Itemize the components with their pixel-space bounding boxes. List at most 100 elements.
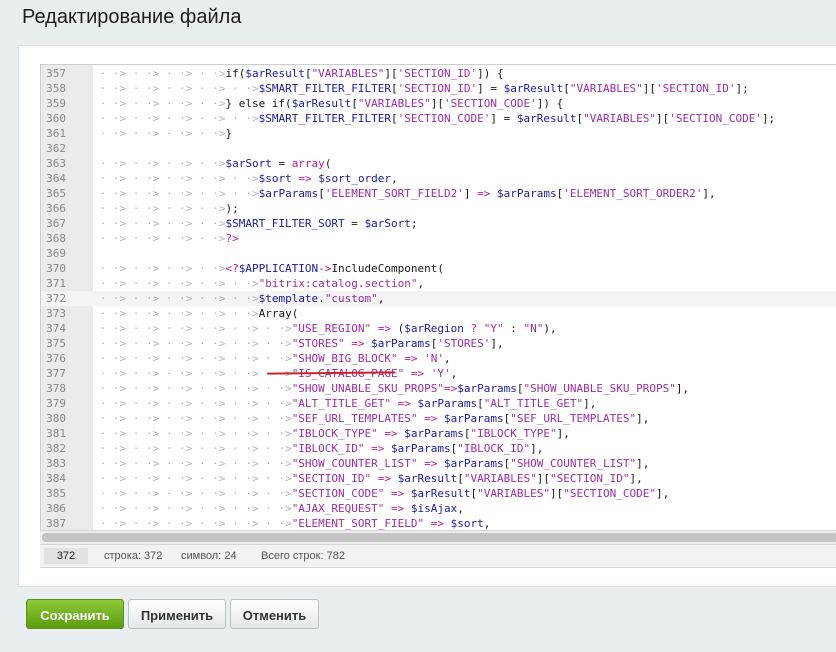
code-token: $template bbox=[258, 292, 319, 305]
code-line[interactable]: 385 · ·> · ·> · ·> · ·> · ·> · ·>"SECTIO… bbox=[41, 486, 836, 501]
line-number: 368 bbox=[46, 232, 66, 245]
code-line[interactable]: 384 · ·> · ·> · ·> · ·> · ·> · ·>"SECTIO… bbox=[41, 471, 836, 486]
code-token: => bbox=[377, 472, 392, 485]
code-token: $arSort bbox=[364, 217, 411, 230]
code-line[interactable]: 381 · ·> · ·> · ·> · ·> · ·> · ·>"IBLOCK… bbox=[41, 426, 836, 441]
code-token: ( bbox=[391, 322, 405, 335]
line-number: 358 bbox=[46, 82, 66, 95]
code-line[interactable]: 364 · ·> · ·> · ·> · ·> · ·>$sort => $so… bbox=[41, 171, 836, 186]
code-text: · ·> · ·> · ·> · ·>} else if($arResult["… bbox=[93, 96, 564, 111]
code-text: · ·> · ·> · ·> · ·>} bbox=[93, 126, 232, 141]
code-line[interactable]: 361 · ·> · ·> · ·> · ·>} bbox=[41, 126, 836, 141]
code-token: ][ bbox=[536, 472, 551, 485]
code-editor[interactable]: 357 · ·> · ·> · ·> · ·>if($arResult["VAR… bbox=[40, 64, 836, 532]
code-token: [ bbox=[563, 82, 570, 95]
scrollbar-thumb[interactable] bbox=[42, 533, 836, 542]
code-lines[interactable]: 357 · ·> · ·> · ·> · ·>if($arResult["VAR… bbox=[41, 66, 836, 531]
horizontal-scrollbar[interactable] bbox=[40, 530, 836, 545]
code-text: · ·> · ·> · ·> · ·>if($arResult["VARIABL… bbox=[93, 66, 504, 81]
code-token: 'N' bbox=[424, 352, 445, 365]
page-title: Редактирование файла bbox=[22, 6, 242, 28]
code-line[interactable]: 374 · ·> · ·> · ·> · ·> · ·> · ·>"USE_RE… bbox=[41, 321, 836, 336]
code-line[interactable]: 365 · ·> · ·> · ·> · ·> · ·>$arParams['E… bbox=[41, 186, 836, 201]
line-number: 361 bbox=[46, 127, 66, 140]
code-line[interactable]: 372 · ·> · ·> · ·> · ·> · ·>$template."c… bbox=[41, 291, 836, 306]
code-token: ], bbox=[530, 442, 544, 455]
code-line[interactable]: 380 · ·> · ·> · ·> · ·> · ·> · ·>"SEF_UR… bbox=[41, 411, 836, 426]
code-line[interactable]: 359 · ·> · ·> · ·> · ·>} else if($arResu… bbox=[41, 96, 836, 111]
code-token: ]; bbox=[735, 82, 749, 95]
code-line[interactable]: 377 · ·> · ·> · ·> · ·> · ·> · ·>"IS_CAT… bbox=[41, 366, 836, 381]
line-number: 370 bbox=[46, 262, 66, 275]
code-line[interactable]: 383 · ·> · ·> · ·> · ·> · ·> · ·>"SHOW_C… bbox=[41, 456, 836, 471]
code-token: ], bbox=[636, 412, 650, 425]
code-line[interactable]: 375 · ·> · ·> · ·> · ·> · ·> · ·>"STORES… bbox=[41, 336, 836, 351]
indent-marker: · ·> · ·> · ·> · ·> bbox=[93, 217, 226, 230]
code-line[interactable]: 370 · ·> · ·> · ·> · ·><?$APPLICATION->I… bbox=[41, 261, 836, 276]
code-line[interactable]: 362 bbox=[41, 141, 836, 156]
code-token: => bbox=[351, 337, 365, 350]
code-text: · ·> · ·> · ·> · ·> · ·>"bitrix:catalog.… bbox=[93, 276, 425, 291]
code-token: => bbox=[377, 322, 392, 335]
code-token: => bbox=[424, 457, 438, 470]
code-line[interactable]: 357 · ·> · ·> · ·> · ·>if($arResult["VAR… bbox=[41, 66, 836, 81]
code-token: => bbox=[410, 367, 425, 380]
code-token: $arParams bbox=[258, 187, 319, 200]
code-token: IncludeComponent( bbox=[331, 262, 445, 275]
code-line[interactable]: 387 · ·> · ·> · ·> · ·> · ·> · ·>"ELEMEN… bbox=[41, 516, 836, 531]
code-token: => bbox=[404, 352, 418, 365]
code-token: [ bbox=[391, 112, 398, 125]
code-text: · ·> · ·> · ·> · ·> · ·> · ·>"SHOW_COUNT… bbox=[93, 456, 650, 471]
line-number: 363 bbox=[46, 157, 66, 170]
code-token: "VARIABLES" bbox=[311, 67, 385, 80]
code-line[interactable]: 386 · ·> · ·> · ·> · ·> · ·> · ·>"AJAX_R… bbox=[41, 501, 836, 516]
code-token: "SHOW_UNABLE_SKU_PROPS" bbox=[523, 382, 676, 395]
code-line[interactable]: 363 · ·> · ·> · ·> · ·>$arSort = array( bbox=[41, 156, 836, 171]
code-token: $SMART_FILTER_FILTER bbox=[258, 112, 392, 125]
cancel-button[interactable]: Отменить bbox=[230, 599, 319, 629]
code-line[interactable]: 366 · ·> · ·> · ·> · ·>); bbox=[41, 201, 836, 216]
indent-marker: · ·> · ·> · ·> · ·> · ·> · ·> bbox=[93, 412, 292, 425]
line-number: 385 bbox=[46, 487, 66, 500]
code-token: ]) { bbox=[536, 97, 564, 110]
code-line[interactable]: 358 · ·> · ·> · ·> · ·> · ·>$SMART_FILTE… bbox=[41, 81, 836, 96]
save-button[interactable]: Сохранить bbox=[26, 599, 124, 629]
code-text: · ·> · ·> · ·> · ·> · ·> · ·>"STORES" =>… bbox=[93, 336, 504, 351]
code-token: $arParams bbox=[497, 187, 557, 200]
code-token: $sort bbox=[450, 517, 484, 530]
code-token: ] = bbox=[490, 112, 517, 125]
code-line[interactable]: 371 · ·> · ·> · ·> · ·> · ·>"bitrix:cata… bbox=[41, 276, 836, 291]
code-line[interactable]: 376 · ·> · ·> · ·> · ·> · ·> · ·>"SHOW_B… bbox=[41, 351, 836, 366]
line-number: 381 bbox=[46, 427, 66, 440]
code-token: ][ bbox=[430, 97, 445, 110]
code-line[interactable]: 373 · ·> · ·> · ·> · ·> · ·>Array( bbox=[41, 306, 836, 321]
code-token: $arRegion bbox=[404, 322, 464, 335]
code-line[interactable]: 379 · ·> · ·> · ·> · ·> · ·> · ·>"ALT_TI… bbox=[41, 396, 836, 411]
code-token: => bbox=[298, 172, 312, 185]
code-text: · ·> · ·> · ·> · ·> · ·> · ·>"IBLOCK_ID"… bbox=[93, 441, 544, 456]
code-line[interactable]: 360 · ·> · ·> · ·> · ·> · ·>$SMART_FILTE… bbox=[41, 111, 836, 126]
code-token: $arResult bbox=[291, 97, 352, 110]
code-token: $sort bbox=[258, 172, 292, 185]
code-token: => bbox=[424, 412, 438, 425]
indent-marker: · ·> · ·> · ·> · ·> · ·> bbox=[93, 292, 259, 305]
code-line[interactable]: 367 · ·> · ·> · ·> · ·>$SMART_FILTER_SOR… bbox=[41, 216, 836, 231]
code-token: , bbox=[483, 517, 491, 530]
total-lines-indicator: Всего строк: 782 bbox=[261, 550, 345, 562]
code-token: $sort_order bbox=[318, 172, 392, 185]
line-number: 376 bbox=[46, 352, 66, 365]
code-line[interactable]: 368 · ·> · ·> · ·> · ·>?> bbox=[41, 231, 836, 246]
code-token: "VARIABLES" bbox=[357, 97, 431, 110]
code-line[interactable]: 369 bbox=[41, 246, 836, 261]
line-number: 384 bbox=[46, 472, 66, 485]
code-line[interactable]: 378 · ·> · ·> · ·> · ·> · ·> · ·>"SHOW_U… bbox=[41, 381, 836, 396]
code-token: "VARIABLES" bbox=[583, 112, 656, 125]
code-token: 'SECTION_CODE' bbox=[669, 112, 762, 125]
code-token: [ bbox=[391, 82, 398, 95]
code-line[interactable]: 382 · ·> · ·> · ·> · ·> · ·> · ·>"IBLOCK… bbox=[41, 441, 836, 456]
apply-button[interactable]: Применить bbox=[128, 599, 226, 629]
